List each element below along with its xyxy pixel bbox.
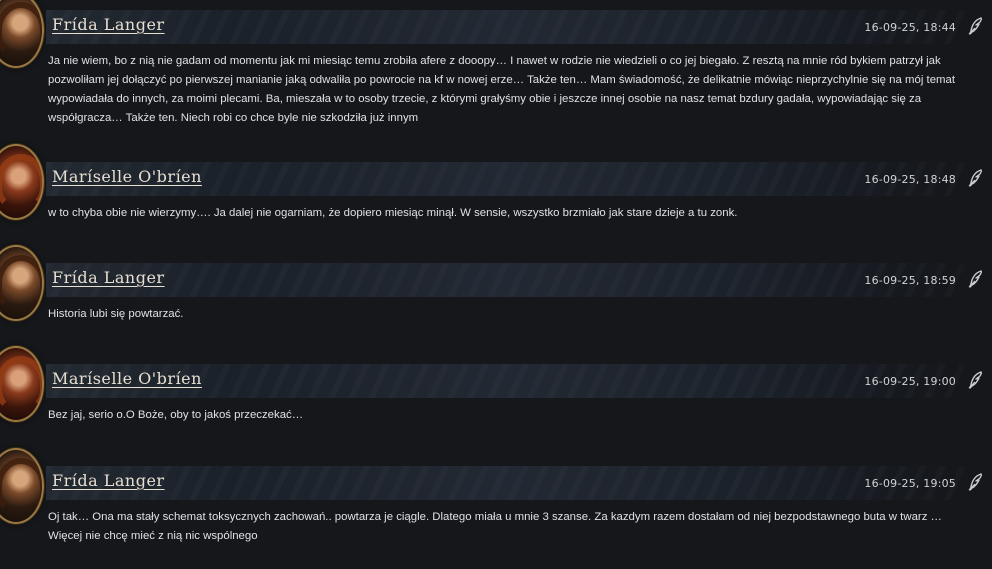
chat-feed: Frída Langer 16-09-25, 18:44 Ja nie wiem… [0,0,992,569]
author-name[interactable]: Frída Langer [52,471,165,490]
post-message: Oj tak… Ona ma stały schemat toksycznych… [48,511,942,542]
post-header-banner [46,10,964,44]
post-header-banner [46,263,964,297]
author-name[interactable]: Frída Langer [52,268,165,287]
quill-icon[interactable] [966,16,986,36]
post-timestamp: 16-09-25, 18:48 [864,173,956,186]
quill-icon[interactable] [966,269,986,289]
avatar[interactable] [0,346,44,422]
post-timestamp: 16-09-25, 19:00 [864,375,956,388]
post-header-banner [46,466,964,500]
post-timestamp: 16-09-25, 18:44 [864,21,956,34]
avatar[interactable] [0,144,44,220]
author-name[interactable]: Frída Langer [52,15,165,34]
avatar[interactable] [0,0,44,68]
author-name[interactable]: Maríselle O'bríen [52,167,202,186]
post-message: Bez jaj, serio o.O Boże, oby to jakoś pr… [48,409,304,421]
quill-icon[interactable] [966,168,986,188]
post-message: Historia lubi się powtarzać. [48,308,184,320]
avatar[interactable] [0,245,44,321]
quill-icon[interactable] [966,370,986,390]
post-message: Ja nie wiem, bo z nią nie gadam od momen… [48,55,956,124]
quill-icon[interactable] [966,472,986,492]
post-timestamp: 16-09-25, 19:05 [864,477,956,490]
avatar[interactable] [0,448,44,524]
author-name[interactable]: Maríselle O'bríen [52,369,202,388]
post-message: w to chyba obie nie wierzymy…. Ja dalej … [48,207,738,219]
post-timestamp: 16-09-25, 18:59 [864,274,956,287]
